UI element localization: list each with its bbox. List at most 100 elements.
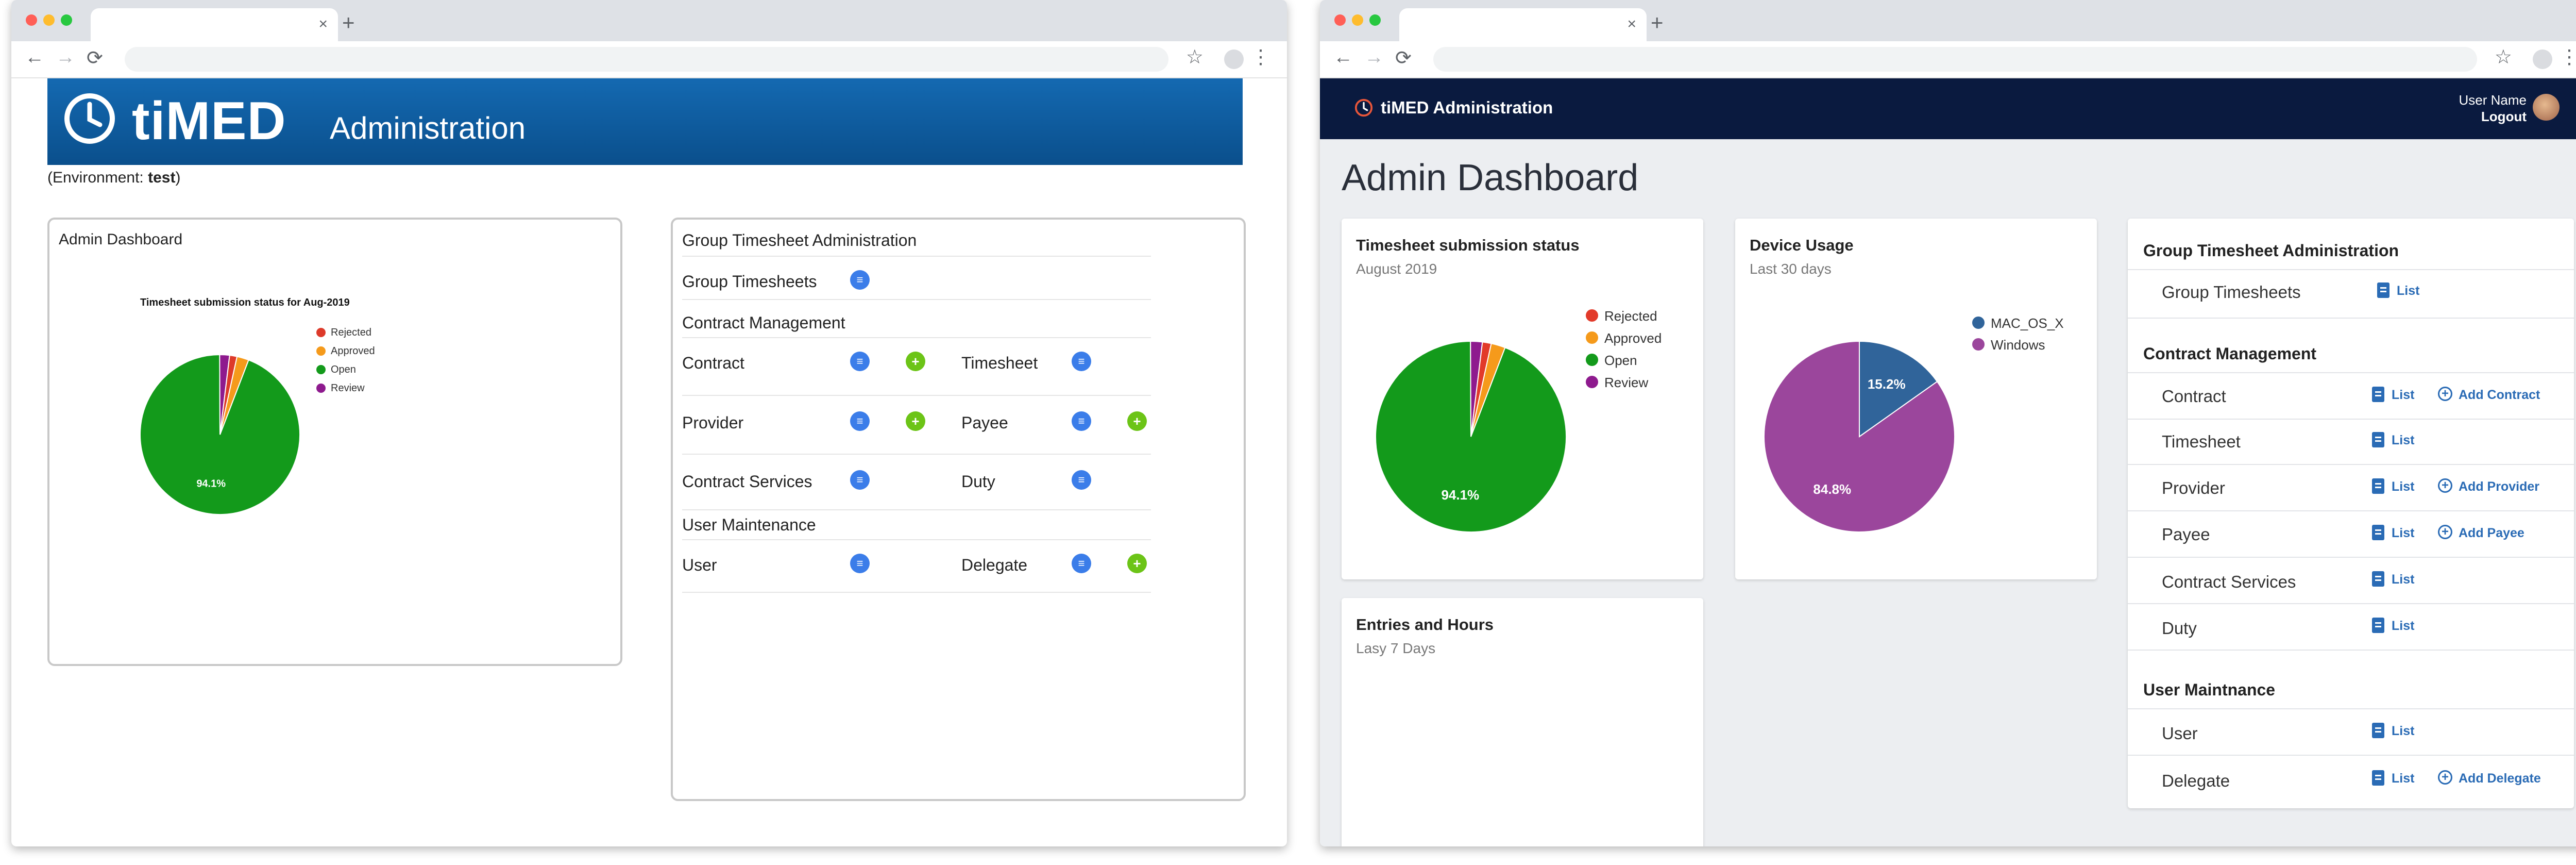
label-payee: Payee [2162, 525, 2210, 544]
user-name: User Name [2459, 92, 2527, 108]
section-group-timesheet: Group Timesheet Administration [682, 231, 917, 249]
browser-tab[interactable]: × [91, 8, 338, 41]
pie-label-open: 94.1% [196, 478, 226, 490]
group-timesheets-list-link[interactable]: List [2397, 284, 2419, 298]
add-payee-link[interactable]: Add Payee [2459, 526, 2524, 541]
legend-swatch-review [316, 384, 326, 393]
close-window-icon[interactable] [1334, 14, 1346, 26]
legend-swatch-open [1586, 354, 1598, 366]
legend-swatch-approved [316, 346, 326, 356]
add-provider-link[interactable]: Add Provider [2459, 479, 2539, 494]
browser-menu-icon[interactable]: ⋮ [2560, 45, 2576, 69]
close-window-icon[interactable] [26, 14, 37, 26]
group-timesheets-list-button[interactable]: ≡ [850, 270, 870, 290]
legend-review: Review [331, 382, 365, 394]
list-icon [2372, 723, 2384, 738]
new-tab-icon[interactable]: + [342, 10, 355, 35]
minimize-window-icon[interactable] [1352, 14, 1363, 26]
label-timesheet: Timesheet [2162, 432, 2241, 451]
contract-list-button[interactable]: ≡ [850, 352, 870, 371]
label-delegate: Delegate [961, 556, 1028, 574]
maximize-window-icon[interactable] [1369, 14, 1381, 26]
reload-icon[interactable]: ⟳ [1395, 46, 1412, 70]
section-user-maintenance: User Maintenance [682, 515, 816, 534]
back-icon[interactable]: ← [25, 46, 44, 69]
divider [2128, 650, 2574, 651]
page-content: tiMED Administration User Name Logout Ad… [1320, 78, 2576, 846]
environment-value: test [148, 169, 176, 186]
card-title: Entries and Hours [1356, 616, 1494, 634]
divider [2128, 419, 2574, 420]
legend-swatch-open [316, 365, 326, 374]
add-circle-icon: + [2438, 387, 2452, 401]
reload-icon[interactable]: ⟳ [87, 46, 103, 70]
profile-icon[interactable] [2533, 49, 2552, 69]
divider [682, 509, 1151, 510]
tab-strip: × + [1320, 0, 2576, 41]
delegate-list-link[interactable]: List [2392, 771, 2414, 786]
browser-tab[interactable]: × [1399, 8, 1647, 41]
timesheet-list-link[interactable]: List [2392, 433, 2414, 448]
brand-name: tiMED Administration [1381, 98, 1553, 117]
profile-icon[interactable] [1224, 49, 1244, 69]
back-icon[interactable]: ← [1333, 46, 1353, 69]
new-tab-icon[interactable]: + [1651, 10, 1664, 35]
divider [682, 454, 1151, 455]
logout-link[interactable]: Logout [2459, 108, 2527, 125]
duty-list-button[interactable]: ≡ [1072, 470, 1091, 490]
add-contract-link[interactable]: Add Contract [2459, 388, 2540, 403]
contract-services-list-button[interactable]: ≡ [850, 470, 870, 490]
delegate-add-button[interactable]: + [1127, 554, 1147, 573]
provider-add-button[interactable]: + [906, 411, 925, 431]
provider-list-button[interactable]: ≡ [850, 411, 870, 431]
contract-add-button[interactable]: + [906, 352, 925, 371]
bookmark-star-icon[interactable]: ☆ [1186, 45, 1204, 69]
pie-label-open: 94.1% [1441, 487, 1479, 503]
label-payee: Payee [961, 413, 1008, 432]
user-list-button[interactable]: ≡ [850, 554, 870, 573]
user-list-link[interactable]: List [2392, 724, 2414, 739]
status-pie-chart: 94.1% [1376, 341, 1566, 532]
browser-toolbar: ← → ⟳ ☆ ⋮ [11, 41, 1287, 78]
provider-list-link[interactable]: List [2392, 479, 2414, 494]
tab-close-icon[interactable]: × [318, 15, 328, 33]
pie-label-windows: 84.8% [1813, 481, 1851, 497]
divider [2128, 318, 2574, 319]
payee-list-button[interactable]: ≡ [1072, 411, 1091, 431]
address-bar[interactable] [1433, 47, 2477, 72]
payee-list-link[interactable]: List [2392, 526, 2414, 541]
label-provider: Provider [2162, 478, 2225, 497]
dashboard-title: Admin Dashboard [59, 231, 183, 248]
label-contract-services: Contract Services [2162, 572, 2296, 591]
forward-icon[interactable]: → [56, 46, 75, 69]
card-title: Device Usage [1750, 236, 1854, 254]
label-group-timesheets: Group Timesheets [682, 272, 817, 291]
divider [2128, 510, 2574, 511]
legend-mac-os-x: MAC_OS_X [1991, 315, 2064, 331]
address-bar[interactable] [125, 47, 1168, 72]
divider [2128, 464, 2574, 465]
section-contract-management: Contract Management [682, 313, 845, 332]
user-menu[interactable]: User Name Logout [2459, 92, 2527, 125]
forward-icon[interactable]: → [1364, 46, 1384, 69]
contract-services-list-link[interactable]: List [2392, 572, 2414, 587]
divider [682, 592, 1151, 593]
duty-list-link[interactable]: List [2392, 619, 2414, 634]
legend-rejected: Rejected [331, 327, 371, 338]
browser-menu-icon[interactable]: ⋮ [1251, 45, 1270, 69]
payee-add-button[interactable]: + [1127, 411, 1147, 431]
timesheet-list-button[interactable]: ≡ [1072, 352, 1091, 371]
list-icon [2372, 387, 2384, 402]
contract-list-link[interactable]: List [2392, 388, 2414, 403]
avatar[interactable] [2533, 94, 2560, 121]
label-user: User [682, 556, 717, 574]
add-delegate-link[interactable]: Add Delegate [2459, 771, 2541, 786]
add-circle-icon: + [2438, 770, 2452, 785]
add-circle-icon: + [2438, 525, 2452, 539]
tab-close-icon[interactable]: × [1627, 15, 1636, 33]
delegate-list-button[interactable]: ≡ [1072, 554, 1091, 573]
minimize-window-icon[interactable] [43, 14, 55, 26]
page-title: Admin Dashboard [1342, 157, 1639, 198]
maximize-window-icon[interactable] [61, 14, 72, 26]
bookmark-star-icon[interactable]: ☆ [2495, 45, 2512, 69]
